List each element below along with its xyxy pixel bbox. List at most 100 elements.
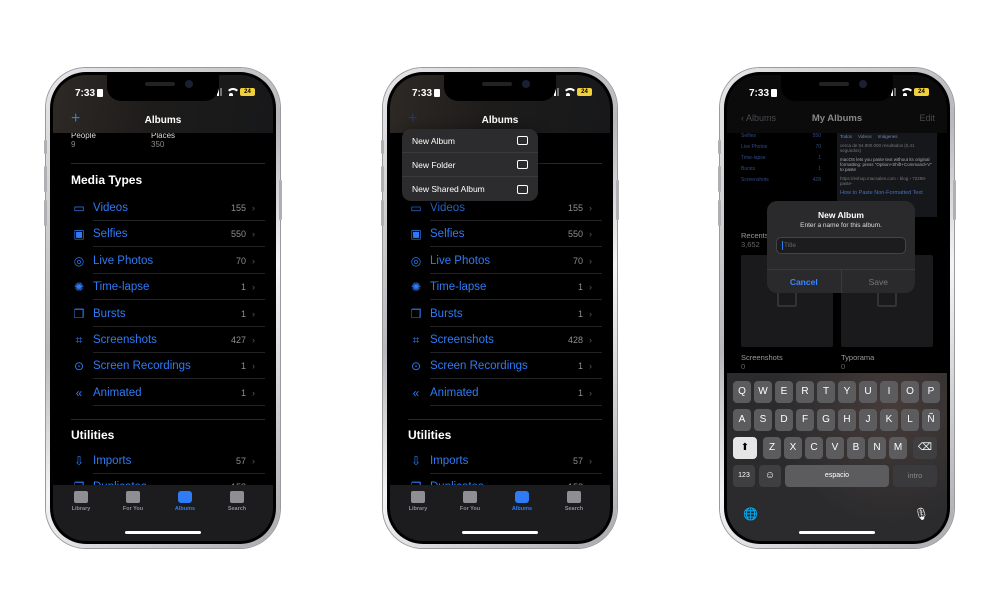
home-indicator[interactable] bbox=[125, 531, 201, 534]
list-item-count: 70 bbox=[572, 255, 583, 266]
places-album[interactable]: Places 350 bbox=[151, 131, 175, 149]
key-y[interactable]: Y bbox=[838, 381, 856, 403]
key-p[interactable]: P bbox=[922, 381, 940, 403]
places-count: 350 bbox=[151, 140, 165, 149]
home-indicator[interactable] bbox=[799, 531, 875, 534]
key-u[interactable]: U bbox=[859, 381, 877, 403]
list-item-live-photos[interactable]: ◎ Live Photos 70 › bbox=[408, 248, 602, 274]
key-t[interactable]: T bbox=[817, 381, 835, 403]
albums-icon bbox=[515, 491, 529, 503]
tab-search[interactable]: Search bbox=[217, 491, 257, 512]
list-item-bursts[interactable]: ❒ Bursts 1 › bbox=[71, 301, 265, 327]
list-item-count: 427 bbox=[230, 335, 246, 345]
tab-albums[interactable]: Albums bbox=[502, 491, 542, 512]
list-item-screen-recordings[interactable]: ⊙ Screen Recordings 1 › bbox=[408, 353, 602, 380]
list-item-label: Animated bbox=[93, 386, 142, 399]
chevron-right-icon: › bbox=[252, 387, 255, 398]
list-item-label: Selfies bbox=[741, 133, 757, 139]
tab-albums[interactable]: Albums bbox=[165, 491, 205, 512]
album-title-input[interactable]: Title bbox=[776, 237, 906, 254]
volume-up-button bbox=[44, 166, 47, 192]
list-item-selfies[interactable]: ▣ Selfies 550 › bbox=[408, 221, 602, 248]
key-g[interactable]: G bbox=[817, 409, 835, 431]
space-key[interactable]: espacio bbox=[785, 465, 889, 487]
list-item-count: 550 bbox=[812, 133, 821, 139]
key-e[interactable]: E bbox=[775, 381, 793, 403]
list-item-imports[interactable]: ⇩ Imports 57 › bbox=[408, 448, 602, 474]
key-v[interactable]: V bbox=[826, 437, 844, 459]
key-q[interactable]: Q bbox=[733, 381, 751, 403]
key-b[interactable]: B bbox=[847, 437, 865, 459]
list-item-screenshots[interactable]: ⌗ Screenshots 427 › bbox=[71, 327, 265, 353]
microphone-icon[interactable]: 🎙 bbox=[914, 507, 929, 521]
album-caption: Typorama 0 bbox=[841, 353, 874, 371]
tab-for-you[interactable]: For You bbox=[113, 491, 153, 512]
key-x[interactable]: X bbox=[784, 437, 802, 459]
key-o[interactable]: O bbox=[901, 381, 919, 403]
focus-icon bbox=[97, 89, 104, 97]
key-n[interactable]: N bbox=[868, 437, 886, 459]
tab-search[interactable]: Search bbox=[554, 491, 594, 512]
key-c[interactable]: C bbox=[805, 437, 823, 459]
key-s[interactable]: S bbox=[754, 409, 772, 431]
key-d[interactable]: D bbox=[775, 409, 793, 431]
tab-library[interactable]: Library bbox=[61, 491, 101, 512]
emoji-key[interactable]: ☺ bbox=[759, 465, 781, 487]
background-list-item: Live Photos 70 bbox=[741, 144, 821, 155]
screenshot-icon: ⌗ bbox=[75, 333, 83, 347]
library-icon bbox=[74, 491, 88, 503]
home-indicator[interactable] bbox=[462, 531, 538, 534]
key-f[interactable]: F bbox=[796, 409, 814, 431]
dialog-message: Enter a name for this album. bbox=[800, 222, 882, 229]
list-item-time-lapse[interactable]: ✺ Time-lapse 1 › bbox=[408, 274, 602, 301]
list-item-time-lapse[interactable]: ✺ Time-lapse 1 › bbox=[71, 274, 265, 301]
video-icon: ▭ bbox=[73, 201, 85, 215]
save-button[interactable]: Save bbox=[842, 270, 916, 293]
list-item-screenshots[interactable]: ⌗ Screenshots 428 › bbox=[408, 327, 602, 353]
nav-title: Albums bbox=[144, 115, 182, 126]
cancel-button[interactable]: Cancel bbox=[767, 270, 842, 293]
recents-album[interactable]: Recents 3,652 bbox=[741, 231, 769, 249]
globe-icon[interactable]: 🌐 bbox=[743, 507, 758, 521]
tab-library[interactable]: Library bbox=[398, 491, 438, 512]
list-item-animated[interactable]: « Animated 1 › bbox=[408, 380, 602, 406]
chevron-right-icon: › bbox=[252, 203, 255, 213]
numbers-key[interactable]: 123 bbox=[733, 465, 755, 487]
key-ñ[interactable]: Ñ bbox=[922, 409, 940, 431]
menu-item-new-album[interactable]: New Album bbox=[402, 129, 538, 153]
list-item-selfies[interactable]: ▣ Selfies 550 › bbox=[71, 221, 265, 248]
list-item-videos[interactable]: ▭ Videos 155 › bbox=[71, 195, 265, 221]
import-icon: ⇩ bbox=[410, 454, 422, 468]
edit-button[interactable]: Edit bbox=[919, 113, 935, 123]
clock: 7:33 bbox=[749, 88, 770, 99]
people-album[interactable]: People 9 bbox=[71, 131, 96, 149]
key-l[interactable]: L bbox=[901, 409, 919, 431]
menu-item-new-shared-album[interactable]: New Shared Album bbox=[402, 177, 538, 201]
key-r[interactable]: R bbox=[796, 381, 814, 403]
key-k[interactable]: K bbox=[880, 409, 898, 431]
list-item-live-photos[interactable]: ◎ Live Photos 70 › bbox=[71, 248, 265, 274]
list-item-imports[interactable]: ⇩ Imports 57 › bbox=[71, 448, 265, 474]
timelapse-icon: ✺ bbox=[410, 280, 422, 295]
key-h[interactable]: H bbox=[838, 409, 856, 431]
delete-key[interactable]: ⌫ bbox=[913, 437, 937, 459]
key-i[interactable]: I bbox=[880, 381, 898, 403]
web-tab: Todos bbox=[840, 134, 853, 139]
chevron-right-icon: › bbox=[252, 255, 255, 266]
shift-key[interactable]: ⬆ bbox=[733, 437, 757, 459]
key-z[interactable]: Z bbox=[763, 437, 781, 459]
key-w[interactable]: W bbox=[754, 381, 772, 403]
key-a[interactable]: A bbox=[733, 409, 751, 431]
phone-albums-menu: 7:33 24 + Albums New Album New Folder Ne… bbox=[383, 68, 617, 548]
list-item-screen-recordings[interactable]: ⊙ Screen Recordings 1 › bbox=[71, 353, 265, 380]
list-item-bursts[interactable]: ❒ Bursts 1 › bbox=[408, 301, 602, 327]
list-item-animated[interactable]: « Animated 1 › bbox=[71, 380, 265, 406]
animated-icon: « bbox=[412, 385, 420, 400]
menu-item-new-folder[interactable]: New Folder bbox=[402, 153, 538, 177]
key-j[interactable]: J bbox=[859, 409, 877, 431]
menu-item-label: New Album bbox=[412, 135, 455, 146]
key-m[interactable]: M bbox=[889, 437, 907, 459]
tab-for-you[interactable]: For You bbox=[450, 491, 490, 512]
chevron-right-icon: › bbox=[252, 335, 255, 345]
return-key[interactable]: intro bbox=[893, 465, 937, 487]
